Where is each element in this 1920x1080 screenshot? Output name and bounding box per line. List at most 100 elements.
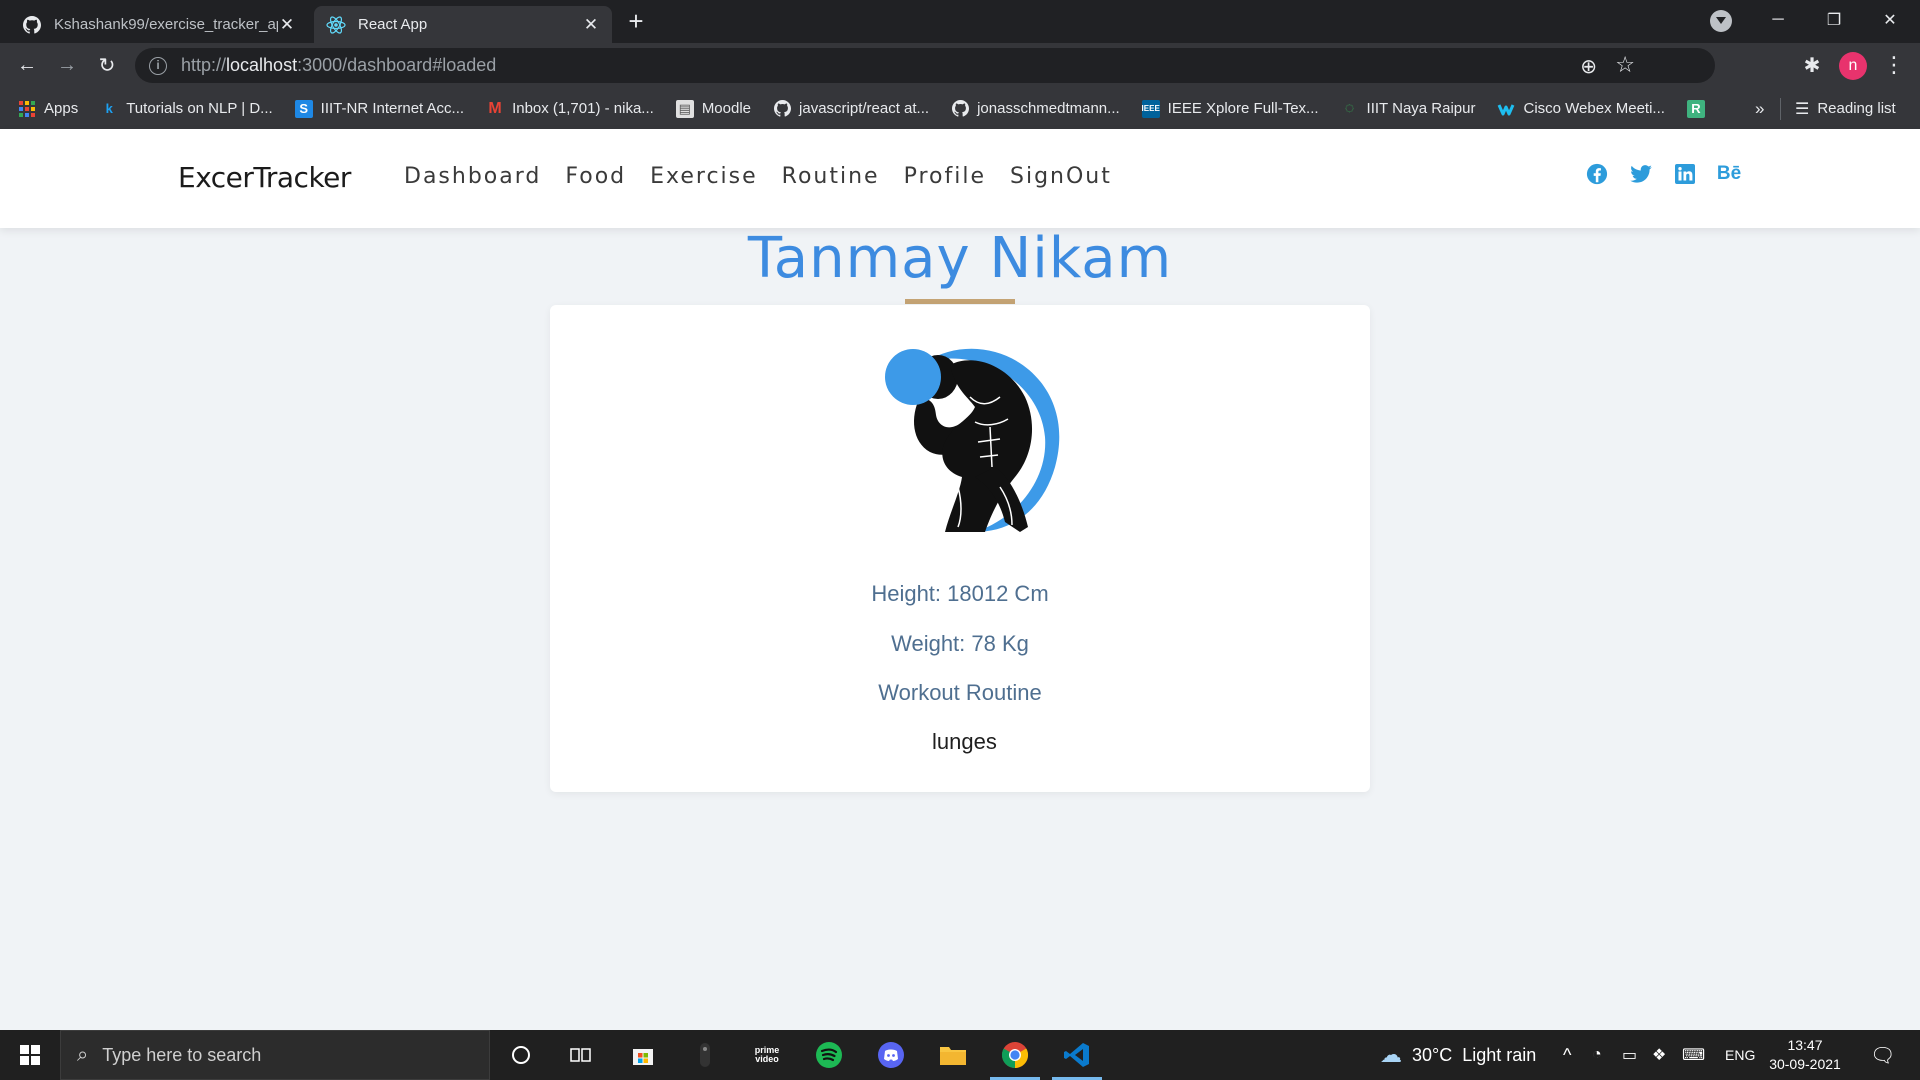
show-hidden-icons-icon[interactable]: ^: [1563, 1030, 1571, 1080]
reload-icon[interactable]: ↻: [91, 49, 123, 81]
bookmark-label: Apps: [44, 100, 79, 117]
weather-widget[interactable]: ☁ 30°C Light rain: [1380, 1030, 1536, 1080]
cortana-icon[interactable]: [490, 1030, 552, 1080]
profile-card: Height: 18012 Cm Weight: 78 Kg Workout R…: [550, 305, 1370, 792]
prime-video-icon[interactable]: prime video: [736, 1030, 798, 1080]
language-indicator[interactable]: ENG: [1725, 1030, 1755, 1080]
moodle-icon: ▤: [675, 99, 694, 118]
discord-icon[interactable]: [860, 1030, 922, 1080]
file-explorer-icon[interactable]: [922, 1030, 984, 1080]
bookmark-iiit-internet[interactable]: S IIIT-NR Internet Acc...: [294, 99, 464, 118]
bookmark-label: javascript/react at...: [799, 100, 930, 117]
task-view-icon[interactable]: [550, 1030, 612, 1080]
main-nav: Dashboard Food Exercise Routine Profile …: [404, 164, 1136, 189]
facebook-icon[interactable]: [1575, 159, 1619, 189]
nav-routine[interactable]: Routine: [782, 164, 880, 189]
bookmark-star-icon[interactable]: ☆: [1615, 52, 1635, 78]
react-icon: [326, 15, 346, 35]
gmail-icon: M: [488, 99, 502, 117]
bookmark-label: Inbox (1,701) - nika...: [512, 100, 654, 117]
vscode-icon[interactable]: [1046, 1030, 1108, 1080]
nav-dashboard[interactable]: Dashboard: [404, 164, 541, 189]
nav-food[interactable]: Food: [565, 164, 626, 189]
browser-tab-react-app[interactable]: React App ✕: [314, 6, 612, 43]
taskbar-search-placeholder: Type here to search: [102, 1044, 262, 1065]
routine-item-text: lunges: [932, 729, 997, 754]
nav-exercise[interactable]: Exercise: [650, 164, 758, 189]
minimize-button[interactable]: ─: [1750, 0, 1806, 40]
close-tab-icon[interactable]: ✕: [582, 15, 600, 35]
nav-signout[interactable]: SignOut: [1010, 164, 1112, 189]
keyboard-icon[interactable]: ⌨: [1682, 1030, 1705, 1080]
bookmark-apps[interactable]: Apps: [18, 100, 78, 118]
ieee-icon: IEEE: [1142, 99, 1160, 118]
url-scheme: http://: [181, 55, 227, 75]
height-text: Height: 18012 Cm: [871, 581, 1049, 606]
profile-name: Tanmay Nikam: [747, 226, 1173, 291]
bookmark-r[interactable]: R: [1686, 99, 1713, 118]
bookmark-iiit-naya-raipur[interactable]: ◌ IIIT Naya Raipur: [1341, 100, 1476, 118]
r-icon: R: [1686, 99, 1705, 118]
close-tab-icon[interactable]: ✕: [278, 15, 296, 35]
wifi-icon[interactable]: ◔: [1592, 1030, 1602, 1080]
nav-profile[interactable]: Profile: [904, 164, 986, 189]
dropbox-icon[interactable]: ❖: [1652, 1030, 1666, 1080]
k-icon: k: [105, 101, 113, 116]
taskbar-clock[interactable]: 13:47 30-09-2021: [1762, 1036, 1848, 1074]
app-navbar: ExcerTracker Dashboard Food Exercise Rou…: [0, 129, 1920, 228]
github-icon: [951, 100, 969, 118]
more-bookmarks-button[interactable]: »: [1755, 88, 1764, 129]
workout-routine-label: Workout Routine: [878, 680, 1042, 705]
microsoft-store-icon[interactable]: [612, 1030, 674, 1080]
windows-start-icon[interactable]: [0, 1030, 60, 1080]
profile-avatar[interactable]: n: [1839, 52, 1867, 80]
remote-app-icon[interactable]: [674, 1030, 736, 1080]
name-underline: [905, 299, 1015, 304]
weight-text: Weight: 78 Kg: [891, 631, 1029, 656]
bookmark-label: Tutorials on NLP | D...: [126, 100, 273, 117]
bookmark-moodle[interactable]: ▤ Moodle: [675, 99, 751, 118]
bodybuilder-logo-image: [850, 327, 1080, 537]
taskbar-search-box[interactable]: ⌕ Type here to search: [60, 1030, 490, 1080]
weather-text: 30°C Light rain: [1412, 1044, 1537, 1065]
browser-tab-strip: Kshashank99/exercise_tracker_ap ✕ React …: [0, 0, 1920, 43]
forward-arrow-icon[interactable]: →: [51, 49, 83, 81]
browser-menu-icon[interactable]: ⋮: [1878, 49, 1910, 81]
browser-tab-github[interactable]: Kshashank99/exercise_tracker_ap ✕: [10, 6, 308, 43]
bookmark-nlp[interactable]: k Tutorials on NLP | D...: [100, 100, 273, 118]
zoom-icon[interactable]: ⊕: [1580, 54, 1597, 79]
linkedin-icon[interactable]: [1663, 159, 1707, 189]
bookmark-gmail[interactable]: M Inbox (1,701) - nika...: [486, 99, 654, 118]
webex-icon: [1497, 100, 1515, 118]
tab-search-icon[interactable]: [1710, 10, 1732, 32]
github-icon: [773, 100, 791, 118]
clock-date: 30-09-2021: [1769, 1056, 1841, 1072]
site-info-icon[interactable]: i: [149, 56, 167, 75]
behance-icon[interactable]: Bē: [1707, 159, 1751, 189]
reading-list-label: Reading list: [1817, 100, 1896, 117]
restore-button[interactable]: ❐: [1806, 0, 1862, 40]
address-bar[interactable]: i http://localhost:3000/dashboard#loaded…: [135, 48, 1715, 83]
apps-grid-icon: [18, 100, 36, 118]
tab-title: React App: [358, 16, 428, 33]
battery-icon[interactable]: ▭: [1622, 1030, 1637, 1080]
new-tab-button[interactable]: +: [622, 6, 650, 38]
bookmark-javascript-react[interactable]: javascript/react at...: [773, 100, 929, 118]
back-arrow-icon[interactable]: ←: [11, 49, 43, 81]
bookmark-jonasschmedtmann[interactable]: jonasschmedtmann...: [951, 100, 1120, 118]
chrome-icon[interactable]: [984, 1030, 1046, 1080]
bookmark-ieee[interactable]: IEEE IEEE Xplore Full-Tex...: [1142, 99, 1319, 118]
bookmark-label: IIIT Naya Raipur: [1366, 100, 1476, 117]
bookmark-webex[interactable]: Cisco Webex Meeti...: [1497, 100, 1665, 118]
url-path: :3000/dashboard#loaded: [297, 55, 497, 75]
bookmark-label: jonasschmedtmann...: [977, 100, 1120, 117]
bookmark-label: IEEE Xplore Full-Tex...: [1167, 100, 1319, 117]
notification-center-icon[interactable]: 🗨: [1870, 1030, 1895, 1080]
tab-title: Kshashank99/exercise_tracker_ap: [54, 16, 278, 33]
brand-logo-text[interactable]: ExcerTracker: [178, 161, 351, 194]
spotify-icon[interactable]: [798, 1030, 860, 1080]
reading-list-button[interactable]: ☰ Reading list: [1795, 88, 1896, 129]
extensions-icon[interactable]: ✱: [1796, 49, 1828, 81]
twitter-icon[interactable]: [1619, 159, 1663, 189]
close-window-button[interactable]: ✕: [1862, 0, 1918, 40]
